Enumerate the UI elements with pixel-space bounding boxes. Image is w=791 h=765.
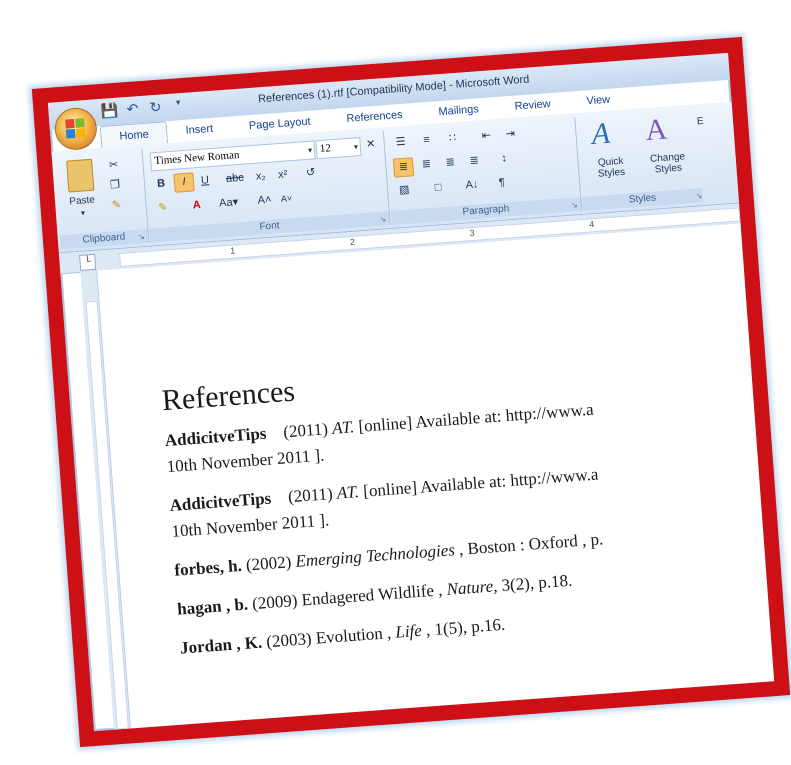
- chevron-down-icon: ▾: [307, 145, 313, 155]
- editing-group-partial: E: [696, 115, 705, 128]
- reference-author: forbes, h.: [173, 555, 243, 580]
- sort-icon[interactable]: A↓: [462, 176, 481, 194]
- quick-styles-button[interactable]: A Quick Styles: [582, 115, 637, 188]
- document-content[interactable]: References AddicitveTips (2011) AT. [onl…: [161, 333, 774, 674]
- copy-icon[interactable]: ❐: [105, 176, 124, 194]
- reference-title: Emerging Technologies: [294, 540, 456, 571]
- chevron-down-icon: ▾: [353, 142, 359, 152]
- screenshot-frame: 💾 ↶ ↻ ▾ References (1).rtf [Compatibilit…: [31, 36, 791, 748]
- strikethrough-icon[interactable]: abc: [225, 170, 245, 188]
- reference-rest: , 1(5), p.16.: [425, 614, 506, 640]
- font-color-icon[interactable]: A: [187, 197, 206, 215]
- font-group: Times New Roman ▾ 12 ▾ ✕ B I U abc x₂ x²…: [143, 131, 391, 243]
- reference-title: Evolution ,: [315, 623, 392, 648]
- reference-year: (2011): [282, 419, 329, 442]
- font-size-value: 12: [319, 142, 332, 155]
- undo-icon[interactable]: ↶: [123, 100, 142, 118]
- borders-icon[interactable]: □: [429, 179, 448, 197]
- reference-title: AT.: [331, 417, 355, 438]
- show-paragraph-marks-icon[interactable]: ¶: [492, 174, 511, 192]
- reference-year: (2002): [245, 552, 292, 575]
- cut-icon[interactable]: ✂: [104, 157, 123, 175]
- subscript-icon[interactable]: x₂: [251, 168, 270, 186]
- save-icon[interactable]: 💾: [100, 102, 119, 120]
- clipboard-launcher-icon[interactable]: ↘: [138, 232, 145, 241]
- change-styles-button[interactable]: A Change Styles: [636, 111, 697, 185]
- ruler-mark: 1: [229, 245, 236, 256]
- clear-formatting-icon[interactable]: ✕: [361, 136, 380, 154]
- shading-icon[interactable]: ▧: [395, 181, 414, 199]
- ruler-mark: 4: [588, 219, 595, 230]
- paragraph-group: ☰ ≡ ∷ ⇤ ⇥ ≣ ≣ ≣ ≣ ↕ ▧ □ A↓ ¶ Paragraph ↘: [384, 117, 583, 225]
- tab-selector-icon[interactable]: └: [79, 253, 97, 271]
- clipboard-group: Paste ▾ ✂ ❐ ✎ Clipboard ↘: [53, 149, 150, 250]
- styles-group: A Quick Styles A Change Styles E Styles …: [576, 107, 723, 211]
- document-page[interactable]: References AddicitveTips (2011) AT. [onl…: [97, 223, 775, 729]
- line-spacing-icon[interactable]: ↕: [495, 150, 514, 168]
- reference-title: AT.: [336, 482, 360, 503]
- redo-icon[interactable]: ↻: [146, 98, 165, 116]
- decrease-indent-icon[interactable]: ⇤: [477, 127, 496, 145]
- shrink-font-icon[interactable]: A˅: [277, 190, 296, 208]
- font-name-value: Times New Roman: [153, 148, 240, 168]
- paste-button[interactable]: Paste ▾: [62, 158, 100, 222]
- bold-icon[interactable]: B: [152, 175, 171, 193]
- office-logo-icon: [65, 118, 86, 139]
- ruler-mark: 3: [469, 227, 475, 239]
- reference-author: AddicitveTips: [164, 423, 268, 451]
- numbering-icon[interactable]: ≡: [417, 132, 436, 150]
- align-center-icon[interactable]: ≣: [417, 156, 436, 174]
- reference-journal: Nature,: [445, 576, 499, 599]
- clipboard-group-label: Clipboard: [59, 228, 149, 250]
- align-right-icon[interactable]: ≣: [441, 154, 460, 172]
- reference-year: (2011): [287, 484, 334, 507]
- reference-author: hagan , b.: [176, 594, 249, 619]
- quick-styles-icon: A: [590, 116, 612, 152]
- font-launcher-icon[interactable]: ↘: [379, 214, 386, 223]
- justify-icon[interactable]: ≣: [465, 152, 484, 170]
- italic-icon[interactable]: I: [173, 172, 195, 193]
- underline-icon[interactable]: U: [195, 172, 214, 190]
- font-size-select[interactable]: 12 ▾: [315, 137, 362, 160]
- customize-icon[interactable]: ▾: [169, 97, 188, 115]
- format-painter-icon[interactable]: ✎: [107, 196, 126, 214]
- align-left-icon[interactable]: ≣: [392, 157, 415, 178]
- change-styles-label: Change Styles: [649, 151, 686, 176]
- reference-journal: Life: [394, 620, 423, 642]
- word-window: 💾 ↶ ↻ ▾ References (1).rtf [Compatibilit…: [47, 52, 775, 731]
- change-styles-icon: A: [644, 112, 669, 148]
- reference-author: AddicitveTips: [168, 488, 272, 515]
- bullets-icon[interactable]: ☰: [391, 133, 410, 151]
- reference-year: (2003): [265, 628, 313, 652]
- paragraph-launcher-icon[interactable]: ↘: [571, 200, 578, 209]
- paste-dropdown-icon: ▾: [80, 208, 86, 218]
- reference-rest: , Boston : Oxford , p.: [458, 529, 604, 559]
- text-effects-icon[interactable]: Aa▾: [215, 194, 242, 213]
- reference-year: (2009): [251, 590, 299, 614]
- reference-author: Jordan , K.: [179, 632, 263, 658]
- change-case-icon[interactable]: ↺: [301, 164, 320, 182]
- increase-indent-icon[interactable]: ⇥: [501, 125, 520, 143]
- ruler-mark: 2: [349, 236, 356, 248]
- multilevel-list-icon[interactable]: ∷: [443, 130, 462, 148]
- quick-styles-label: Quick Styles: [597, 155, 626, 180]
- quick-access-toolbar: 💾 ↶ ↻ ▾: [100, 97, 188, 120]
- superscript-icon[interactable]: x²: [273, 166, 292, 184]
- styles-launcher-icon[interactable]: ↘: [695, 191, 702, 200]
- reference-rest: 3(2), p.18.: [500, 570, 573, 595]
- reference-title: Endagered Wildlife ,: [300, 580, 444, 610]
- paste-icon: [66, 158, 95, 193]
- highlight-icon[interactable]: ✎: [153, 199, 172, 217]
- grow-font-icon[interactable]: A˄: [255, 192, 274, 210]
